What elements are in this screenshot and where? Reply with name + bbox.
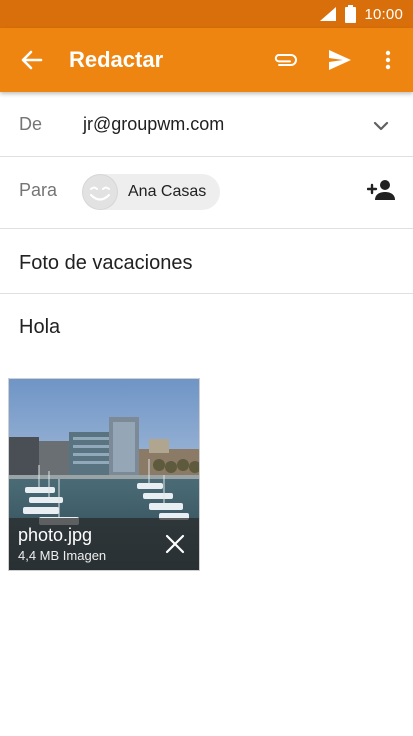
paperclip-icon [274,54,297,66]
recipient-name: Ana Casas [128,183,207,200]
arrow-back-icon [21,50,43,70]
add-contact-icon[interactable] [367,178,395,202]
to-label: Para [19,180,58,200]
attachment-card[interactable]: photo.jpg 4,4 MB Imagen [8,378,200,571]
status-icons: 10:00 [319,4,403,24]
remove-attachment-button[interactable] [161,530,189,558]
signal-icon [320,7,337,21]
from-row: De jr@groupwm.com [0,92,413,157]
page-title: Redactar [69,47,164,72]
app-bar: Redactar [0,28,413,92]
avatar [82,174,118,210]
attachment-info: photo.jpg 4,4 MB Imagen [9,518,199,570]
from-label: De [19,114,43,134]
back-button[interactable] [14,44,50,76]
status-bar: 10:00 [0,0,413,28]
chevron-down-icon[interactable] [369,114,393,138]
smiley-icon [83,175,117,209]
send-icon [329,50,351,70]
attachment-file-name: photo.jpg [18,525,93,545]
more-options-button[interactable] [370,44,406,76]
send-button[interactable] [322,44,358,76]
more-vert-icon [385,50,391,70]
body-field[interactable]: Hola [19,316,60,339]
subject-row: Foto de vacaciones [0,229,413,294]
attach-button[interactable] [267,44,303,76]
from-value[interactable]: jr@groupwm.com [83,114,224,135]
subject-field[interactable]: Foto de vacaciones [19,252,192,275]
to-row: Para Ana Casas [0,157,413,229]
close-icon [165,534,185,554]
status-time: 10:00 [364,5,403,23]
battery-icon [345,5,357,23]
recipient-chip[interactable]: Ana Casas [82,174,221,210]
attachment-file-meta: 4,4 MB Imagen [18,548,107,563]
